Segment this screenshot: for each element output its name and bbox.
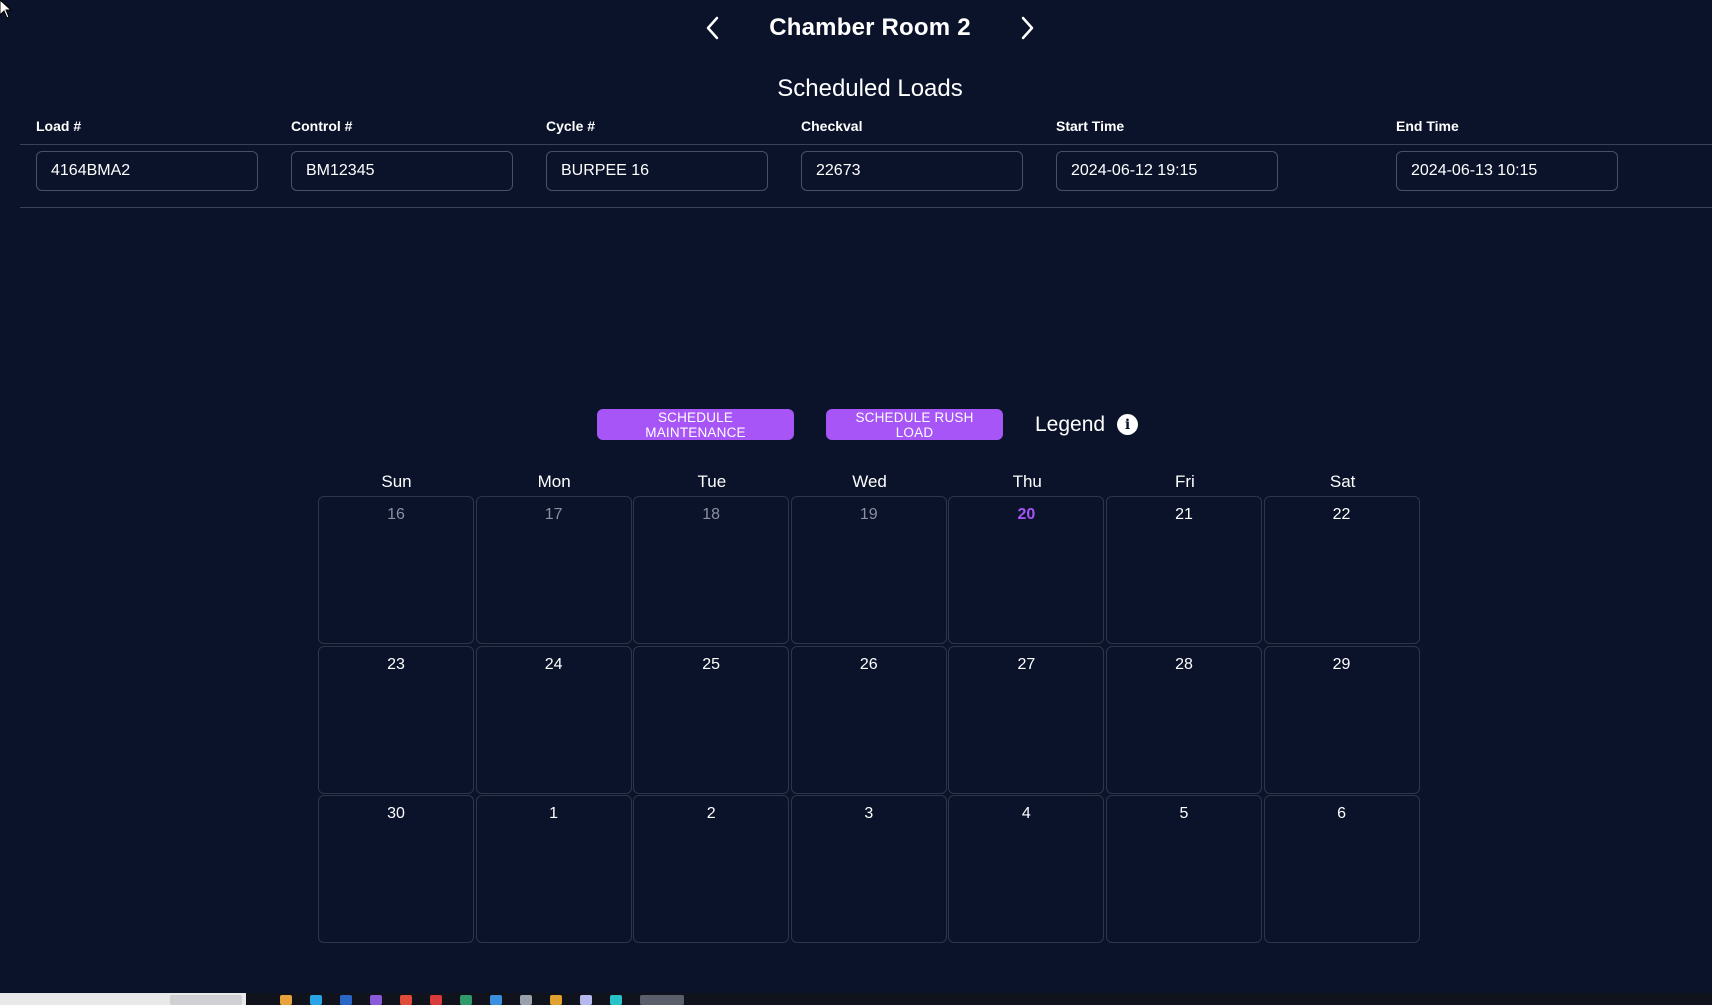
weekday-label: Tue xyxy=(697,472,727,491)
weekday-label: Mon xyxy=(537,472,571,491)
column-header-control: Control # xyxy=(291,118,353,134)
table-row: 4164BMA2 BM12345 BURPEE 16 22673 2024-06… xyxy=(20,145,1712,208)
calendar-day[interactable]: 1 xyxy=(475,795,632,943)
calendar-day[interactable]: 28 xyxy=(1105,645,1262,794)
os-taskbar xyxy=(0,993,1712,1005)
calendar-day[interactable]: 19 xyxy=(790,496,947,644)
calendar-day[interactable]: 21 xyxy=(1105,496,1262,644)
calendar-day-today[interactable]: 20 xyxy=(948,496,1105,644)
calendar-day[interactable]: 30 xyxy=(318,795,474,943)
weekday-label: Wed xyxy=(852,472,887,491)
taskbar-app-icon[interactable] xyxy=(340,995,352,1005)
calendar-day[interactable]: 23 xyxy=(318,645,474,794)
schedule-rush-load-button[interactable]: SCHEDULE RUSH LOAD xyxy=(826,409,1003,440)
calendar-day[interactable]: 27 xyxy=(948,645,1105,794)
weekday-label: Fri xyxy=(1175,472,1195,491)
taskbar-app-icon[interactable] xyxy=(550,995,562,1005)
chamber-schedule-page: Chamber Room 2 Scheduled Loads Load # Co… xyxy=(0,0,1712,1005)
calendar-day[interactable]: 18 xyxy=(633,496,790,644)
calendar: Sun Mon Tue Wed Thu Fri Sat 16 17 18 19 … xyxy=(318,472,1422,943)
taskbar-apps xyxy=(280,995,684,1005)
taskbar-search-area[interactable] xyxy=(0,993,246,1005)
start-time-field[interactable]: 2024-06-12 19:15 xyxy=(1056,151,1278,191)
calendar-day[interactable]: 29 xyxy=(1263,645,1420,794)
table-header-row: Load # Control # Cycle # Checkval Start … xyxy=(20,110,1712,145)
taskbar-app-icon[interactable] xyxy=(400,995,412,1005)
taskbar-app-icon[interactable] xyxy=(370,995,382,1005)
weekday-header: Sun Mon Tue Wed Thu Fri Sat xyxy=(318,472,1422,496)
column-header-checkval: Checkval xyxy=(801,118,863,134)
column-header-end-time: End Time xyxy=(1396,118,1459,134)
calendar-day[interactable]: 16 xyxy=(318,496,474,644)
previous-chamber-button[interactable] xyxy=(695,6,731,50)
calendar-day[interactable]: 25 xyxy=(633,645,790,794)
chevron-left-icon xyxy=(706,16,719,40)
calendar-grid: 16 17 18 19 20 21 22 23 24 25 26 27 28 2… xyxy=(318,496,1422,943)
taskbar-active-tab[interactable] xyxy=(170,995,242,1005)
column-header-load: Load # xyxy=(36,118,82,134)
scheduled-loads-table: Load # Control # Cycle # Checkval Start … xyxy=(20,110,1712,208)
taskbar-app-icon[interactable] xyxy=(640,995,684,1005)
calendar-day[interactable]: 22 xyxy=(1263,496,1420,644)
taskbar-app-icon[interactable] xyxy=(610,995,622,1005)
calendar-day[interactable]: 5 xyxy=(1105,795,1262,943)
taskbar-app-icon[interactable] xyxy=(310,995,322,1005)
chamber-title: Chamber Room 2 xyxy=(769,14,971,41)
next-chamber-button[interactable] xyxy=(1009,6,1045,50)
taskbar-app-icon[interactable] xyxy=(280,995,292,1005)
calendar-day[interactable]: 17 xyxy=(475,496,632,644)
calendar-day[interactable]: 26 xyxy=(790,645,947,794)
chamber-header: Chamber Room 2 xyxy=(0,6,1712,50)
taskbar-app-icon[interactable] xyxy=(520,995,532,1005)
calendar-day[interactable]: 6 xyxy=(1263,795,1420,943)
schedule-maintenance-button[interactable]: SCHEDULE MAINTENANCE xyxy=(597,409,794,440)
taskbar-app-icon[interactable] xyxy=(460,995,472,1005)
end-time-field[interactable]: 2024-06-13 10:15 xyxy=(1396,151,1618,191)
calendar-actions: SCHEDULE MAINTENANCE SCHEDULE RUSH LOAD … xyxy=(597,409,1139,440)
column-header-cycle: Cycle # xyxy=(546,118,596,134)
legend-label: Legend xyxy=(1035,412,1106,436)
weekday-label: Thu xyxy=(1012,472,1042,491)
cycle-number-field[interactable]: BURPEE 16 xyxy=(546,151,768,191)
calendar-day[interactable]: 2 xyxy=(633,795,790,943)
checkval-field[interactable]: 22673 xyxy=(801,151,1023,191)
taskbar-app-icon[interactable] xyxy=(580,995,592,1005)
calendar-day[interactable]: 3 xyxy=(790,795,947,943)
control-number-field[interactable]: BM12345 xyxy=(291,151,513,191)
calendar-day[interactable]: 24 xyxy=(475,645,632,794)
taskbar-app-icon[interactable] xyxy=(490,995,502,1005)
load-number-field[interactable]: 4164BMA2 xyxy=(36,151,258,191)
column-header-start-time: Start Time xyxy=(1056,118,1125,134)
chevron-right-icon xyxy=(1021,16,1033,40)
weekday-label: Sat xyxy=(1329,472,1356,491)
calendar-day[interactable]: 4 xyxy=(948,795,1105,943)
scheduled-loads-title: Scheduled Loads xyxy=(777,75,963,102)
legend: Legend i xyxy=(1035,412,1139,437)
taskbar-app-icon[interactable] xyxy=(430,995,442,1005)
weekday-label: Sun xyxy=(381,472,412,491)
info-icon[interactable]: i xyxy=(1117,414,1139,435)
